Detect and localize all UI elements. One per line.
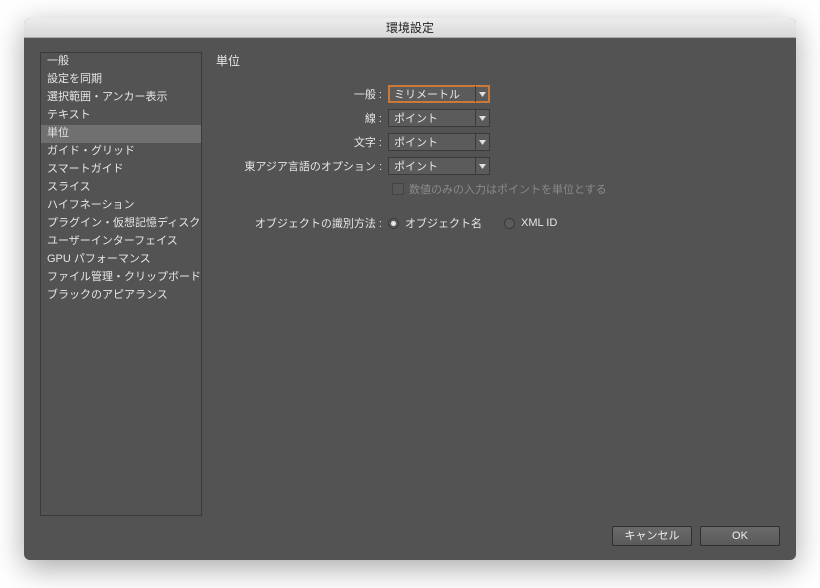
sidebar-item-label: 設定を同期: [47, 73, 102, 85]
label-type: 文字 :: [216, 134, 382, 150]
sidebar-item-label: 選択範囲・アンカー表示: [47, 91, 168, 103]
row-type: 文字 : ポイント: [216, 133, 780, 151]
sidebar-item-black[interactable]: ブラックのアピアランス: [41, 287, 201, 305]
ok-button[interactable]: OK: [700, 526, 780, 546]
sidebar-item-sync[interactable]: 設定を同期: [41, 71, 201, 89]
label-identify: オブジェクトの識別方法 :: [216, 215, 382, 231]
sidebar-item-hyphenation[interactable]: ハイフネーション: [41, 197, 201, 215]
dropdown-value: ポイント: [394, 158, 438, 174]
radio-object-name-label: オブジェクト名: [405, 215, 482, 231]
sidebar: 一般 設定を同期 選択範囲・アンカー表示 テキスト 単位 ガイド・グリッド スマ…: [40, 52, 202, 516]
sidebar-item-label: スライス: [47, 181, 91, 193]
dropdown-stroke[interactable]: ポイント: [388, 109, 490, 127]
sidebar-item-general[interactable]: 一般: [41, 53, 201, 71]
sidebar-item-label: ブラックのアピアランス: [47, 289, 168, 301]
row-stroke: 線 : ポイント: [216, 109, 780, 127]
dropdown-value: ミリメートル: [394, 86, 460, 102]
sidebar-item-label: プラグイン・仮想記憶ディスク: [47, 217, 200, 229]
sidebar-item-label: 単位: [47, 127, 69, 139]
dropdown-value: ポイント: [394, 110, 438, 126]
sidebar-item-text[interactable]: テキスト: [41, 107, 201, 125]
chevron-down-icon: [475, 134, 489, 150]
sidebar-item-selection[interactable]: 選択範囲・アンカー表示: [41, 89, 201, 107]
dropdown-type[interactable]: ポイント: [388, 133, 490, 151]
footer: キャンセル OK: [24, 526, 796, 560]
sidebar-item-gpu[interactable]: GPU パフォーマンス: [41, 251, 201, 269]
checkbox-numeric-only-label: 数値のみの入力はポイントを単位とする: [409, 181, 607, 197]
window-title: 環境設定: [24, 18, 796, 38]
chevron-down-icon: [475, 110, 489, 126]
dropdown-value: ポイント: [394, 134, 438, 150]
sidebar-item-label: ガイド・グリッド: [47, 145, 135, 157]
radio-object-name[interactable]: [388, 218, 399, 229]
form-rows: 一般 : ミリメートル 線 : ポイント 文字 :: [216, 85, 780, 175]
label-general: 一般 :: [216, 86, 382, 102]
label-asian: 東アジア言語のオプション :: [216, 158, 382, 174]
checkbox-numeric-only-row: 数値のみの入力はポイントを単位とする: [392, 181, 780, 197]
checkbox-numeric-only[interactable]: [392, 183, 404, 195]
sidebar-item-label: GPU パフォーマンス: [47, 253, 151, 265]
sidebar-item-guides[interactable]: ガイド・グリッド: [41, 143, 201, 161]
chevron-down-icon: [475, 86, 489, 102]
row-identify: オブジェクトの識別方法 : オブジェクト名 XML ID: [216, 215, 780, 231]
radio-xml-id-label: XML ID: [521, 217, 557, 229]
row-asian: 東アジア言語のオプション : ポイント: [216, 157, 780, 175]
row-general: 一般 : ミリメートル: [216, 85, 780, 103]
sidebar-item-label: スマートガイド: [47, 163, 124, 175]
cancel-button[interactable]: キャンセル: [612, 526, 692, 546]
label-stroke: 線 :: [216, 110, 382, 126]
radio-xml-id[interactable]: [504, 218, 515, 229]
window-body: 一般 設定を同期 選択範囲・アンカー表示 テキスト 単位 ガイド・グリッド スマ…: [24, 38, 796, 526]
panel-title: 単位: [216, 52, 780, 69]
sidebar-item-label: テキスト: [47, 109, 91, 121]
sidebar-item-label: ファイル管理・クリップボード: [47, 271, 201, 283]
dropdown-general[interactable]: ミリメートル: [388, 85, 490, 103]
sidebar-item-units[interactable]: 単位: [41, 125, 201, 143]
sidebar-item-slice[interactable]: スライス: [41, 179, 201, 197]
sidebar-item-label: ユーザーインターフェイス: [47, 235, 178, 247]
sidebar-item-smartguides[interactable]: スマートガイド: [41, 161, 201, 179]
dropdown-asian[interactable]: ポイント: [388, 157, 490, 175]
sidebar-item-label: 一般: [47, 55, 69, 67]
sidebar-item-plugins[interactable]: プラグイン・仮想記憶ディスク: [41, 215, 201, 233]
chevron-down-icon: [475, 158, 489, 174]
main-panel: 単位 一般 : ミリメートル 線 : ポイント: [216, 52, 780, 516]
preferences-window: 環境設定 一般 設定を同期 選択範囲・アンカー表示 テキスト 単位 ガイド・グリ…: [24, 18, 796, 560]
sidebar-item-label: ハイフネーション: [47, 199, 135, 211]
sidebar-item-ui[interactable]: ユーザーインターフェイス: [41, 233, 201, 251]
sidebar-item-file[interactable]: ファイル管理・クリップボード: [41, 269, 201, 287]
